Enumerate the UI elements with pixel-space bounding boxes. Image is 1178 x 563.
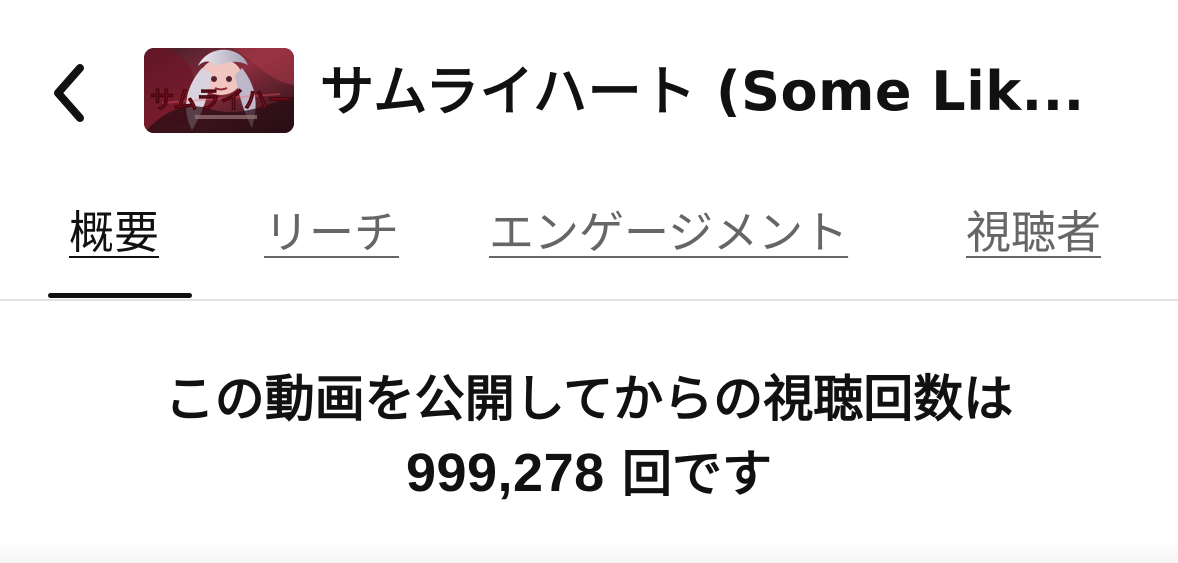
tab-audience[interactable]: 視聴者 (966, 198, 1118, 268)
summary-line-1: この動画を公開してからの視聴回数は (164, 370, 1014, 428)
tab-reach[interactable]: リーチ (264, 198, 416, 268)
app-header: サムライハート サムライハート (Some Lik... (0, 0, 1178, 180)
next-card-shadow (0, 542, 1178, 563)
active-tab-indicator (48, 293, 192, 298)
view-count-value: 999,278 (405, 443, 605, 503)
thumbnail-logo-text: サムライハート (150, 86, 294, 114)
video-title: サムライハート (Some Lik... (320, 60, 1085, 123)
tabs-divider (0, 299, 1178, 301)
chevron-left-icon (54, 64, 84, 122)
analytics-page: サムライハート サムライハート (Some Lik... 概要 リーチ エンゲー… (0, 0, 1178, 563)
tab-engagement[interactable]: エンゲージメント (489, 198, 894, 268)
analytics-tabs: 概要 リーチ エンゲージメント 視聴者 (0, 188, 1178, 300)
view-count-summary: この動画を公開してからの視聴回数は 999,278 回です (0, 362, 1178, 511)
tab-overview[interactable]: 概要 (69, 198, 173, 268)
view-count-suffix: 回です (604, 445, 773, 503)
back-button[interactable] (38, 58, 100, 128)
video-thumbnail[interactable]: サムライハート (144, 48, 294, 133)
summary-line-2: 999,278 回です (0, 436, 1178, 511)
thumbnail-artwork: サムライハート (144, 48, 294, 133)
